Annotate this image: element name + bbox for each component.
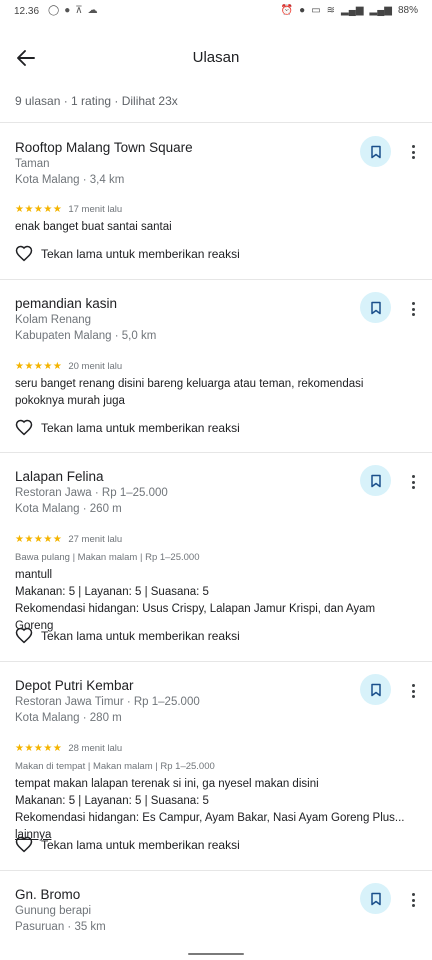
signal-strength-2-icon: ▂▄▆ [369, 5, 392, 16]
react-label: Tekan lama untuk memberikan reaksi [41, 838, 240, 852]
divider [0, 661, 432, 662]
bookmark-icon [370, 474, 381, 487]
react-button[interactable]: Tekan lama untuk memberikan reaksi [15, 627, 240, 645]
save-place-button[interactable] [360, 136, 391, 167]
review-text: enak banget buat santai santai [15, 221, 172, 233]
place-location: Kota Malang · 280 m [15, 712, 122, 724]
status-time: 12.36 [14, 6, 40, 17]
divider [0, 870, 432, 871]
recommended-label: Rekomendasi hidangan: [15, 812, 140, 824]
review-text: tempat makan lalapan terenak si ini, ga … [15, 778, 319, 790]
place-name[interactable]: Depot Putri Kembar [15, 678, 134, 693]
rating-row: ★★★★★ 17 menit lalu [15, 204, 122, 215]
signal-strength-icon: ▂▄▆ [341, 5, 364, 16]
rating-row: ★★★★★ 27 menit lalu [15, 534, 122, 545]
wifi-icon: ≋ [326, 5, 336, 16]
more-options-button[interactable] [404, 471, 422, 493]
alarm-icon: ⏰ [280, 5, 294, 16]
heart-icon [15, 836, 33, 853]
place-category: Taman [15, 158, 50, 170]
more-options-button[interactable] [404, 680, 422, 702]
shazam-icon: ● [64, 5, 71, 16]
react-button[interactable]: Tekan lama untuk memberikan reaksi [15, 419, 240, 437]
react-button[interactable]: Tekan lama untuk memberikan reaksi [15, 836, 240, 854]
place-name[interactable]: pemandian kasin [15, 296, 117, 311]
review-time: 27 menit lalu [68, 534, 123, 545]
save-place-button[interactable] [360, 465, 391, 496]
place-location: Kota Malang · 260 m [15, 503, 122, 515]
save-place-button[interactable] [360, 883, 391, 914]
star-rating: ★★★★★ [15, 361, 63, 372]
app-bar: Ulasan [0, 34, 432, 82]
react-label: Tekan lama untuk memberikan reaksi [41, 629, 240, 643]
review-time: 17 menit lalu [68, 204, 123, 215]
more-options-button[interactable] [404, 298, 422, 320]
notification-icons: ◯ ● ⊼ ☁ [48, 5, 98, 16]
place-category: Gunung berapi [15, 905, 92, 917]
aspect-ratings: Makanan: 5 | Layanan: 5 | Suasana: 5 [15, 586, 209, 598]
signal-app-icon: ⊼ [75, 5, 83, 16]
save-place-button[interactable] [360, 674, 391, 705]
gesture-bar[interactable] [188, 953, 244, 955]
place-name[interactable]: Lalapan Felina [15, 469, 104, 484]
visit-tags: Makan di tempat | Makan malam | Rp 1–25.… [15, 761, 215, 772]
place-location: Kota Malang · 3,4 km [15, 174, 125, 186]
star-rating: ★★★★★ [15, 204, 63, 215]
divider [0, 452, 432, 453]
place-location: Pasuruan · 35 km [15, 921, 106, 933]
react-label: Tekan lama untuk memberikan reaksi [41, 247, 240, 261]
more-options-button[interactable] [404, 141, 422, 163]
heart-icon [15, 419, 33, 436]
visit-tags: Bawa pulang | Makan malam | Rp 1–25.000 [15, 552, 200, 563]
divider [0, 122, 432, 123]
place-name[interactable]: Rooftop Malang Town Square [15, 140, 193, 155]
review-time: 28 menit lalu [68, 743, 123, 754]
react-button[interactable]: Tekan lama untuk memberikan reaksi [15, 245, 240, 263]
system-icons: ⏰ ● ▭ ≋ ▂▄▆ ▂▄▆ 88% [281, 5, 418, 16]
review-text: mantull [15, 569, 53, 581]
review-summary: 9 ulasan · 1 rating · Dilihat 23x [15, 94, 178, 108]
cloud-sync-icon: ☁ [87, 5, 98, 16]
battery-level: 88% [397, 5, 418, 16]
recommended-value: Es Campur, Ayam Bakar, Nasi Ayam Goreng … [139, 812, 405, 824]
status-bar: 12.36 ◯ ● ⊼ ☁ ⏰ ● ▭ ≋ ▂▄▆ ▂▄▆ 88% [0, 0, 432, 24]
place-location: Kabupaten Malang · 5,0 km [15, 330, 157, 342]
review-time: 20 menit lalu [68, 361, 123, 372]
page-title: Ulasan [192, 49, 240, 66]
whatsapp-icon: ◯ [48, 5, 60, 16]
rating-row: ★★★★★ 20 menit lalu [15, 361, 122, 372]
star-rating: ★★★★★ [15, 534, 63, 545]
heart-icon [15, 627, 33, 644]
review-text: seru banget renang disini bareng keluarg… [15, 378, 364, 407]
rating-row: ★★★★★ 28 menit lalu [15, 743, 122, 754]
place-category: Restoran Jawa · Rp 1–25.000 [15, 487, 168, 499]
location-icon: ● [299, 5, 306, 16]
bookmark-icon [370, 892, 381, 905]
star-rating: ★★★★★ [15, 743, 63, 754]
bookmark-icon [370, 301, 381, 314]
divider [0, 279, 432, 280]
place-name[interactable]: Gn. Bromo [15, 887, 80, 902]
place-category: Restoran Jawa Timur · Rp 1–25.000 [15, 696, 200, 708]
react-label: Tekan lama untuk memberikan reaksi [41, 421, 240, 435]
more-options-button[interactable] [404, 889, 422, 911]
save-place-button[interactable] [360, 292, 391, 323]
bookmark-icon [370, 683, 381, 696]
place-category: Kolam Renang [15, 314, 92, 326]
recommended-label: Rekomendasi hidangan: [15, 603, 140, 615]
volte-icon: ▭ [311, 5, 321, 16]
bookmark-icon [370, 145, 381, 158]
aspect-ratings: Makanan: 5 | Layanan: 5 | Suasana: 5 [15, 795, 209, 807]
heart-icon [15, 245, 33, 262]
